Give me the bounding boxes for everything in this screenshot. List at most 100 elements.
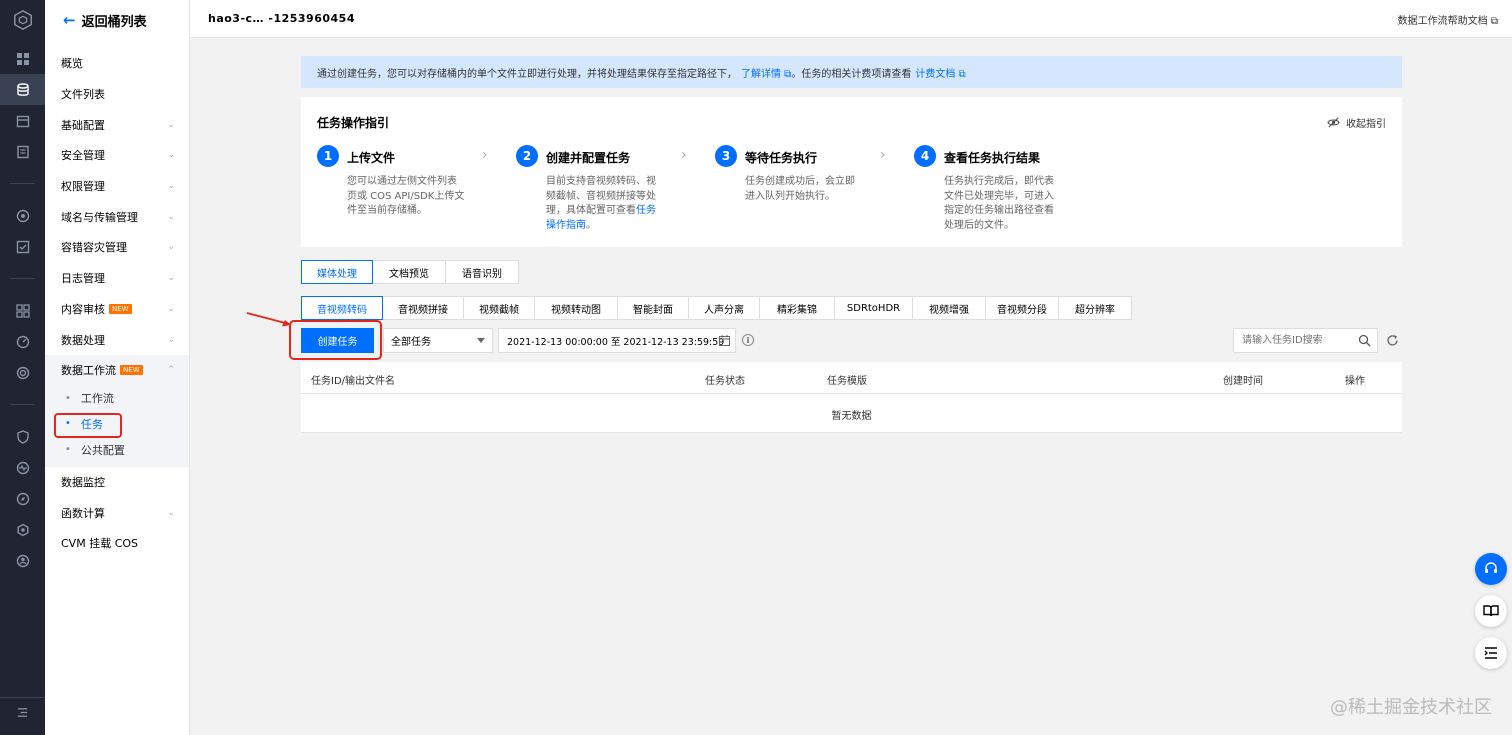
bullet-icon: • <box>65 444 71 456</box>
back-to-bucket-list[interactable]: ← 返回桶列表 <box>45 0 189 40</box>
back-arrow-icon: ← <box>63 11 76 29</box>
task-type-tab[interactable]: 视频截帧 <box>463 296 535 320</box>
book-icon <box>1483 605 1499 617</box>
watermark: @稀土掘金技术社区 <box>1330 697 1492 718</box>
task-type-tab[interactable]: SDRtoHDR <box>834 296 913 320</box>
task-type-tab[interactable]: 视频转动图 <box>534 296 618 320</box>
compass-icon[interactable] <box>0 483 45 514</box>
sidebar-item-label: 内容审核 <box>61 302 105 316</box>
sidebar-item-label: 数据工作流 <box>61 364 116 378</box>
sidebar-item-label: 文件列表 <box>61 88 105 102</box>
settings-icon[interactable] <box>0 514 45 545</box>
sidebar-item[interactable]: 日志管理 ⌄ <box>45 263 189 294</box>
task-id-search-input[interactable] <box>1233 328 1378 353</box>
task-type-tab[interactable]: 音视频拼接 <box>382 296 464 320</box>
report-icon[interactable] <box>0 136 45 167</box>
task-type-tab[interactable]: 智能封面 <box>617 296 689 320</box>
task-type-tab[interactable]: 视频增强 <box>912 296 986 320</box>
guide-title: 任务操作指引 <box>317 116 390 130</box>
chevron-down-icon: ⌄ <box>167 211 175 222</box>
chevron-down-icon: ⌄ <box>167 334 175 345</box>
task-type-tab[interactable]: 超分辨率 <box>1058 296 1132 320</box>
calendar-icon <box>719 335 730 346</box>
menu-list-button[interactable] <box>1475 637 1507 669</box>
chevron-down-icon: ⌄ <box>167 507 175 518</box>
task-type-tab[interactable]: 音视频转码 <box>301 296 383 320</box>
sidebar-item-label: 日志管理 <box>61 272 105 286</box>
sidebar-item[interactable]: 容错容灾管理 ⌄ <box>45 232 189 263</box>
category-tab[interactable]: 语音识别 <box>445 260 519 284</box>
billing-doc-link[interactable]: 计费文档 ⧉ <box>915 65 965 80</box>
gauge-icon[interactable] <box>0 326 45 357</box>
sidebar-subitem-label: 工作流 <box>80 392 114 406</box>
help-doc-link[interactable]: 数据工作流帮助文档 ⧉ <box>1398 12 1498 27</box>
category-tab[interactable]: 文档预览 <box>372 260 446 284</box>
sidebar-item[interactable]: 基础配置 ⌄ <box>45 109 189 140</box>
sidebar-item[interactable]: 数据处理 ⌄ <box>45 324 189 355</box>
sidebar-item-label: 权限管理 <box>61 180 105 194</box>
checklist-icon[interactable] <box>0 231 45 262</box>
collapse-nav-icon[interactable] <box>0 697 45 727</box>
chevron-down-icon: ⌄ <box>167 150 175 161</box>
sidebar-item[interactable]: 文件列表 <box>45 79 189 110</box>
chevron-right-icon: › <box>681 147 687 163</box>
step-title: 上传文件 <box>347 151 396 165</box>
cloud-logo-icon[interactable] <box>0 0 45 40</box>
task-filter-select[interactable]: 全部任务 <box>383 328 493 353</box>
table-header: 任务ID/输出文件名 任务状态 任务模版 创建时间 操作 <box>301 362 1402 394</box>
sidebar-item-label: 安全管理 <box>61 149 105 163</box>
step-title: 创建并配置任务 <box>546 151 631 165</box>
chevron-right-icon: › <box>880 147 886 163</box>
step-number: 4 <box>914 145 936 167</box>
docs-button[interactable] <box>1475 595 1507 627</box>
sidebar-subitem[interactable]: • 工作流 <box>45 386 189 412</box>
task-type-tabs: 音视频转码 音视频拼接 视频截帧 视频转动图 智能封面 人声分离 精彩集锦 SDRtoHDR 视… <box>301 296 1132 320</box>
sidebar-subitem[interactable]: • 公共配置 <box>45 437 189 467</box>
sidebar-item[interactable]: 数据监控 <box>45 467 189 498</box>
sidebar-item[interactable]: CVM 挂载 COS <box>45 528 189 559</box>
step-title: 查看任务执行结果 <box>944 151 1041 165</box>
storage-icon[interactable] <box>0 74 45 105</box>
chevron-up-icon: ⌃ <box>167 365 175 376</box>
monitor-icon[interactable] <box>0 452 45 483</box>
sidebar-item[interactable]: 权限管理 ⌄ <box>45 171 189 202</box>
info-banner: 通过创建任务，您可以对存储桶内的单个文件立即进行处理，并将处理结果保存至指定路径… <box>301 56 1402 88</box>
customer-service-button[interactable] <box>1475 553 1507 585</box>
step-title: 等待任务执行 <box>745 151 818 165</box>
sidebar-item-label: 容错容灾管理 <box>61 241 127 255</box>
step-number: 1 <box>317 145 339 167</box>
collapse-guide-button[interactable]: 收起指引 <box>1327 115 1386 130</box>
create-task-button[interactable]: 创建任务 <box>301 328 374 353</box>
learn-more-link[interactable]: 了解详情 ⧉ <box>741 65 791 80</box>
refresh-icon[interactable] <box>1386 334 1399 347</box>
task-table: 任务ID/输出文件名 任务状态 任务模版 创建时间 操作 暂无数据 <box>301 362 1402 433</box>
red-arrow-annotation <box>246 312 291 327</box>
calendar-icon[interactable] <box>0 105 45 136</box>
search-icon[interactable] <box>1358 334 1371 347</box>
eye-off-icon <box>1327 117 1340 128</box>
sidebar-item-label: 数据监控 <box>61 475 105 489</box>
category-tabs: 媒体处理 文档预览 语音识别 <box>301 260 519 284</box>
sidebar-item[interactable]: 内容审核 NEW ⌄ <box>45 294 189 325</box>
info-icon[interactable]: i <box>742 334 754 346</box>
user-icon[interactable] <box>0 545 45 576</box>
task-type-tab[interactable]: 精彩集锦 <box>759 296 835 320</box>
task-type-tab[interactable]: 人声分离 <box>688 296 760 320</box>
category-tab[interactable]: 媒体处理 <box>301 260 373 284</box>
task-type-tab[interactable]: 音视频分段 <box>985 296 1059 320</box>
apps-icon[interactable] <box>0 295 45 326</box>
new-badge: NEW <box>120 365 143 376</box>
sidebar-item[interactable]: 概览 <box>45 48 189 79</box>
sidebar-item[interactable]: 安全管理 ⌄ <box>45 140 189 171</box>
empty-state-text: 暂无数据 <box>831 411 872 422</box>
sidebar-item-workflow[interactable]: 数据工作流 NEW ⌃ <box>45 355 189 386</box>
bullet-icon: • <box>65 392 71 404</box>
sidebar-item[interactable]: 域名与传输管理 ⌄ <box>45 201 189 232</box>
date-range-picker[interactable]: 2021-12-13 00:00:00 至 2021-12-13 23:59:5… <box>498 328 736 353</box>
target-icon[interactable] <box>0 357 45 388</box>
top-bar: hao3-c… -1253960454 数据工作流帮助文档 ⧉ <box>190 0 1512 38</box>
dashboard-icon[interactable] <box>0 43 45 74</box>
shield-icon[interactable] <box>0 421 45 452</box>
network-icon[interactable] <box>0 200 45 231</box>
sidebar-item[interactable]: 函数计算 ⌄ <box>45 497 189 528</box>
